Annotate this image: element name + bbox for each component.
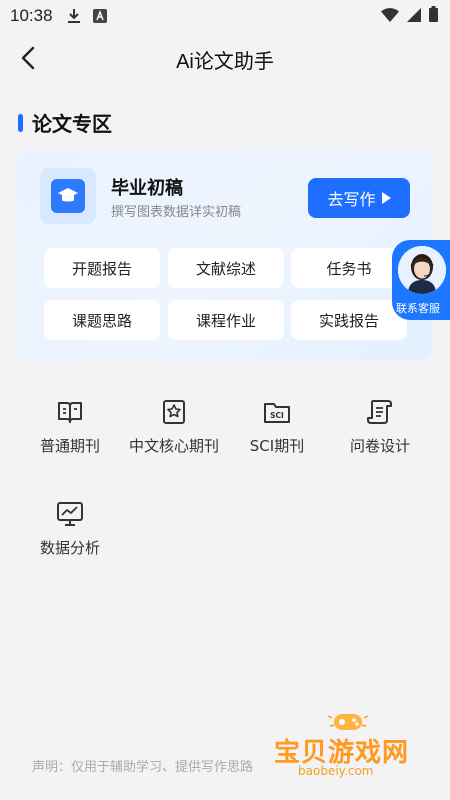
section-title: 论文专区 <box>32 112 112 136</box>
download-icon <box>67 8 81 24</box>
card-title: 毕业初稿 <box>111 178 183 199</box>
grid-label: 中文核心期刊 <box>128 437 219 455</box>
grid-label: 问卷设计 <box>349 437 410 455</box>
chip-assignment-book[interactable]: 任务书 <box>291 248 407 288</box>
app-notification-icon <box>92 9 107 23</box>
chip-literature-review[interactable]: 文献综述 <box>168 248 284 288</box>
grid-item-data-analysis[interactable]: 数据分析 <box>18 500 122 570</box>
chip-course-work[interactable]: 课程作业 <box>168 300 284 340</box>
app-header: Ai论文助手 <box>0 36 450 80</box>
bookmark-star-icon <box>163 400 185 424</box>
grid-label: 数据分析 <box>39 539 100 557</box>
graduation-cap-icon <box>40 168 96 224</box>
grid-label: 普通期刊 <box>39 437 100 455</box>
page-title: Ai论文助手 <box>176 51 274 73</box>
section-header: 论文专区 <box>18 108 112 137</box>
status-bar: 10:38 <box>0 0 450 32</box>
write-button[interactable]: 去写作 <box>308 178 410 218</box>
grid-item-sci-journal[interactable]: SCI SCI期刊 <box>225 398 329 468</box>
disclaimer-text: 声明：仅用于辅助学习、提供写作思路 <box>32 760 254 775</box>
wifi-icon <box>381 7 399 26</box>
customer-service-button[interactable]: 联系客服 <box>392 240 450 320</box>
scroll-icon <box>367 400 392 424</box>
site-watermark: 宝贝游戏网 baobeiy.com <box>268 710 428 782</box>
service-label: 联系客服 <box>396 302 440 315</box>
chip-proposal-report[interactable]: 开题报告 <box>44 248 160 288</box>
gamepad-icon <box>327 714 369 730</box>
grid-label: SCI期刊 <box>249 437 305 455</box>
chip-topic-ideas[interactable]: 课题思路 <box>44 300 160 340</box>
sci-folder-icon: SCI <box>264 403 290 423</box>
chip-practice-report[interactable]: 实践报告 <box>291 300 407 340</box>
status-time: 10:38 <box>10 6 53 25</box>
signal-icon <box>407 7 421 26</box>
service-avatar-icon <box>398 246 446 294</box>
watermark-url: baobeiy.com <box>298 764 374 778</box>
thesis-card: 毕业初稿 撰写图表数据详实初稿 去写作 开题报告 文献综述 任务书 课题思路 课… <box>18 148 432 360</box>
grid-item-general-journal[interactable]: 普通期刊 <box>18 398 122 468</box>
book-icon <box>58 402 82 423</box>
grid-item-core-journal[interactable]: 中文核心期刊 <box>122 398 226 468</box>
chart-monitor-icon <box>57 502 83 526</box>
card-subtitle: 撰写图表数据详实初稿 <box>111 205 242 220</box>
section-accent-bar <box>18 113 23 132</box>
play-arrow-icon <box>381 192 391 204</box>
write-button-label: 去写作 <box>327 190 376 209</box>
grid-item-questionnaire[interactable]: 问卷设计 <box>328 398 432 468</box>
svg-text:SCI: SCI <box>270 411 284 420</box>
battery-icon <box>429 6 438 26</box>
